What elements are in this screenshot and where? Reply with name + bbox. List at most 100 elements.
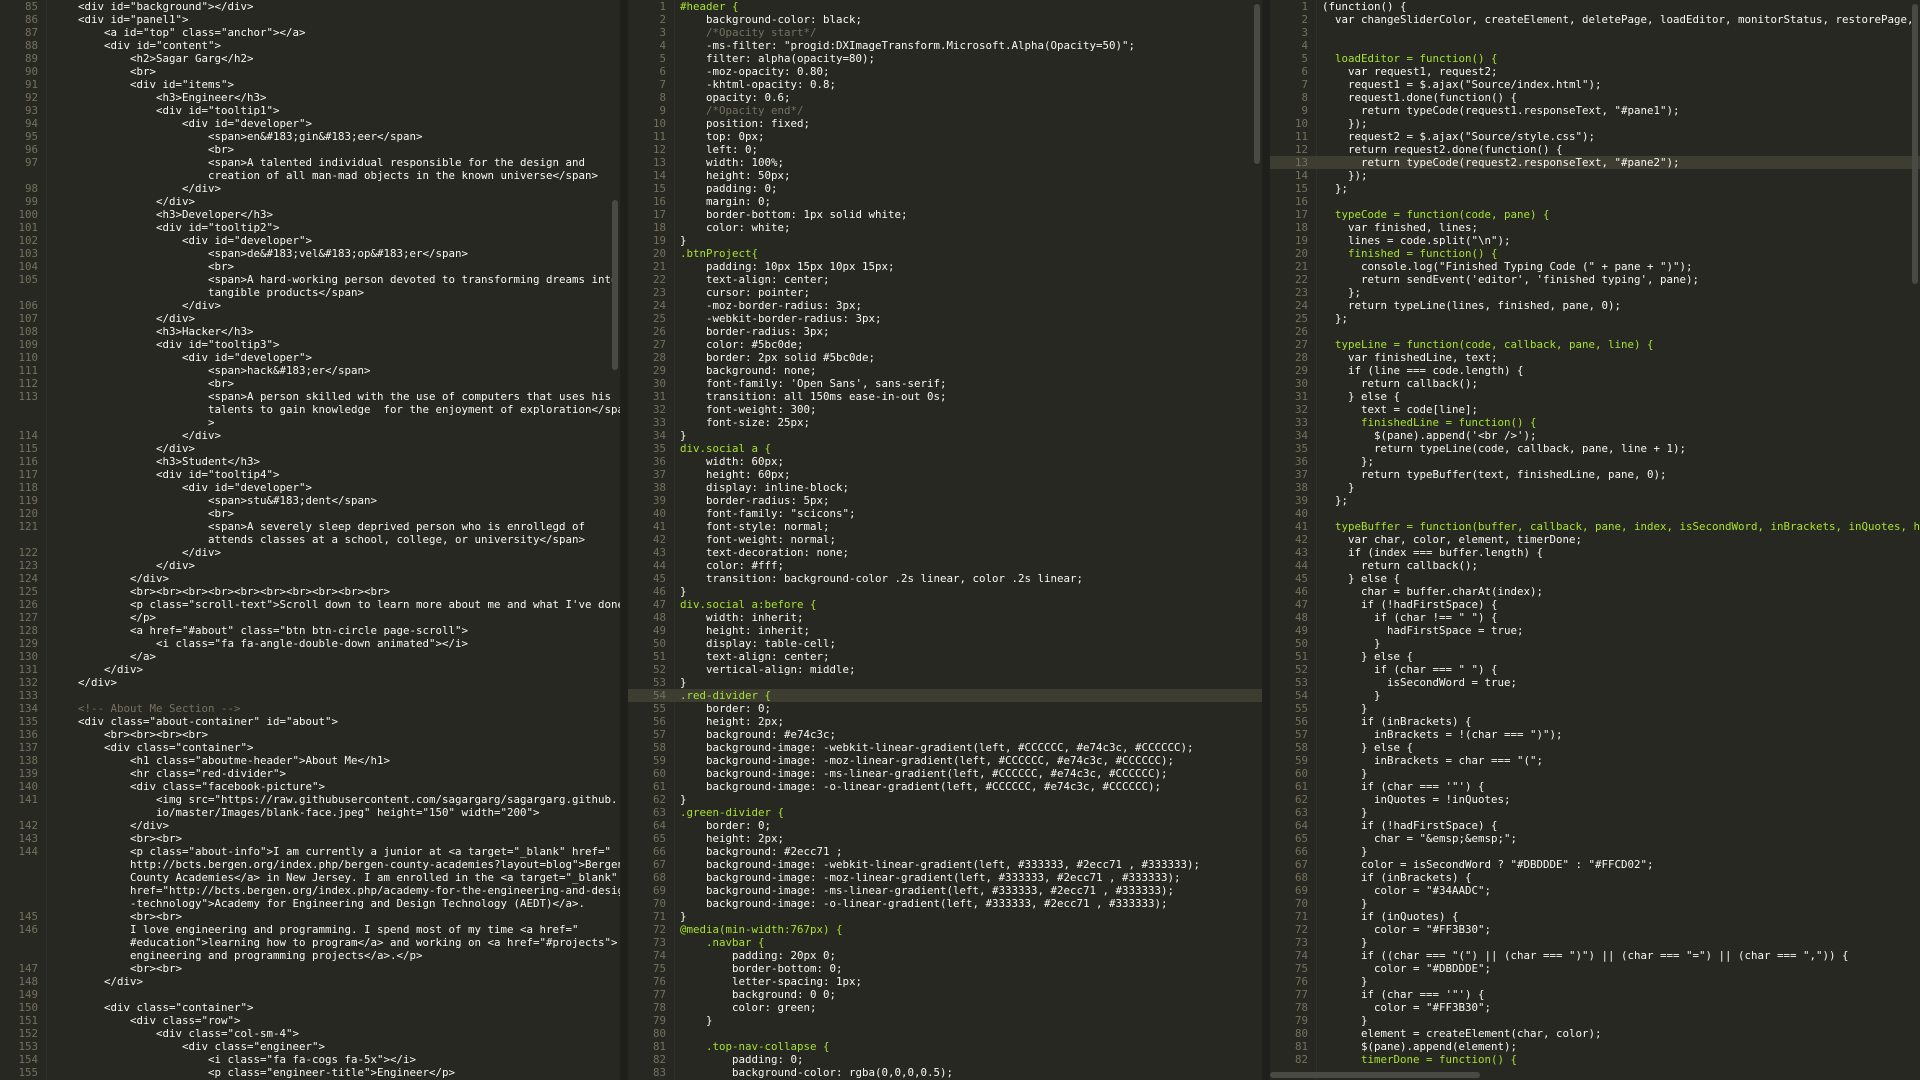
code-text[interactable]: return typeLine(code, callback, pane, li…: [1322, 442, 1920, 455]
code-line[interactable]: 32 font-weight: 300;: [628, 403, 1262, 416]
code-text[interactable]: display: inline-block;: [680, 481, 1262, 494]
code-text[interactable]: background: #e74c3c;: [680, 728, 1262, 741]
code-text[interactable]: typeCode = function(code, pane) {: [1322, 208, 1920, 221]
code-line[interactable]: 29 background: none;: [628, 364, 1262, 377]
code-text[interactable]: <i class="fa fa-angle-double-down animat…: [52, 637, 620, 650]
code-line[interactable]: 35 return typeLine(code, callback, pane,…: [1270, 442, 1920, 455]
code-line[interactable]: 89 <h2>Sagar Garg</h2>: [0, 52, 620, 65]
code-text[interactable]: </p>: [52, 611, 620, 624]
code-line[interactable]: 18 var finished, lines;: [1270, 221, 1920, 234]
code-line[interactable]: 67 background-image: -webkit-linear-grad…: [628, 858, 1262, 871]
code-line[interactable]: 155 <p class="engineer-title">Engineer</…: [0, 1066, 620, 1079]
code-line[interactable]: 44 color: #fff;: [628, 559, 1262, 572]
code-line[interactable]: 7 request1 = $.ajax("Source/index.html")…: [1270, 78, 1920, 91]
code-text[interactable]: finished = function() {: [1322, 247, 1920, 260]
code-line[interactable]: 60 }: [1270, 767, 1920, 780]
code-line[interactable]: 151 <div class="row">: [0, 1014, 620, 1027]
code-text[interactable]: background-image: -o-linear-gradient(lef…: [680, 897, 1262, 910]
code-text[interactable]: return request2.done(function() {: [1322, 143, 1920, 156]
code-text[interactable]: text = code[line];: [1322, 403, 1920, 416]
code-text[interactable]: color = "#34AADC";: [1322, 884, 1920, 897]
code-line[interactable]: 47 div.social a:before {: [628, 598, 1262, 611]
code-text[interactable]: color = isSecondWord ? "#DBDDDE" : "#FFC…: [1322, 858, 1920, 871]
code-text[interactable]: text-align: center;: [680, 273, 1262, 286]
code-line[interactable]: 45 } else {: [1270, 572, 1920, 585]
code-text[interactable]: element = createElement(char, color);: [1322, 1027, 1920, 1040]
code-line[interactable]: 121 <span>A severely sleep deprived pers…: [0, 520, 620, 533]
code-line[interactable]: 128 <a href="#about" class="btn btn-circ…: [0, 624, 620, 637]
code-text[interactable]: talents to gain knowledge for the enjoym…: [52, 403, 620, 416]
code-line[interactable]: 20 finished = function() {: [1270, 247, 1920, 260]
code-text[interactable]: }: [680, 234, 1262, 247]
code-text[interactable]: </div>: [52, 559, 620, 572]
code-line[interactable]: 33 finishedLine = function() {: [1270, 416, 1920, 429]
code-line[interactable]: 51 } else {: [1270, 650, 1920, 663]
code-line[interactable]: 38 display: inline-block;: [628, 481, 1262, 494]
code-line[interactable]: 50 }: [1270, 637, 1920, 650]
code-lines[interactable]: 85 <div id="background"></div> 86 <div id…: [0, 0, 620, 1080]
code-text[interactable]: color = "#DBDDDE";: [1322, 962, 1920, 975]
code-line[interactable]: 76 }: [1270, 975, 1920, 988]
code-text[interactable]: return callback();: [1322, 559, 1920, 572]
code-line[interactable]: 123 </div>: [0, 559, 620, 572]
code-line[interactable]: 132 </div>: [0, 676, 620, 689]
code-text[interactable]: <p class="engineer-title">Engineer</p>: [52, 1066, 620, 1079]
code-text[interactable]: -technology">Academy for Engineering and…: [52, 897, 620, 910]
code-text[interactable]: color: #5bc0de;: [680, 338, 1262, 351]
code-line[interactable]: 35 div.social a {: [628, 442, 1262, 455]
code-text[interactable]: <div id="tooltip2">: [52, 221, 620, 234]
code-text[interactable]: <h2>Sagar Garg</h2>: [52, 52, 620, 65]
code-text[interactable]: <br>: [52, 507, 620, 520]
code-line[interactable]: attends classes at a school, college, or…: [0, 533, 620, 546]
code-text[interactable]: width: 60px;: [680, 455, 1262, 468]
code-line[interactable]: 108 <h3>Hacker</h3>: [0, 325, 620, 338]
code-text[interactable]: <hr class="red-divider">: [52, 767, 620, 780]
code-line[interactable]: engineering and programming projects</a>…: [0, 949, 620, 962]
code-line[interactable]: 70 background-image: -o-linear-gradient(…: [628, 897, 1262, 910]
code-line[interactable]: #education">learning how to program</a> …: [0, 936, 620, 949]
code-text[interactable]: if (line === code.length) {: [1322, 364, 1920, 377]
code-line[interactable]: 65 char = "&emsp;&emsp;";: [1270, 832, 1920, 845]
code-line[interactable]: 8 request1.done(function() {: [1270, 91, 1920, 104]
code-text[interactable]: position: fixed;: [680, 117, 1262, 130]
code-line[interactable]: 69 background-image: -ms-linear-gradient…: [628, 884, 1262, 897]
code-text[interactable]: background-image: -webkit-linear-gradien…: [680, 741, 1262, 754]
code-line[interactable]: 64 if (!hadFirstSpace) {: [1270, 819, 1920, 832]
code-line[interactable]: 41 typeBuffer = function(buffer, callbac…: [1270, 520, 1920, 533]
code-text[interactable]: }: [1322, 702, 1920, 715]
code-line[interactable]: 13 width: 100%;: [628, 156, 1262, 169]
code-line[interactable]: 1 #header {: [628, 0, 1262, 13]
code-line[interactable]: 74 padding: 20px 0;: [628, 949, 1262, 962]
code-text[interactable]: <br>: [52, 377, 620, 390]
code-line[interactable]: 61 if (char === '"') {: [1270, 780, 1920, 793]
code-line[interactable]: 95 <span>en&#183;gin&#183;eer</span>: [0, 130, 620, 143]
code-text[interactable]: <h3>Engineer</h3>: [52, 91, 620, 104]
code-lines[interactable]: 1 #header {2 background-color: black; 3 /*…: [628, 0, 1262, 1080]
code-line[interactable]: 63 }: [1270, 806, 1920, 819]
code-line[interactable]: 79 }: [1270, 1014, 1920, 1027]
code-text[interactable]: (function() {: [1322, 0, 1920, 13]
code-line[interactable]: 60 background-image: -ms-linear-gradient…: [628, 767, 1262, 780]
code-line[interactable]: 11 request2 = $.ajax("Source/style.css")…: [1270, 130, 1920, 143]
code-text[interactable]: </div>: [52, 299, 620, 312]
code-line[interactable]: 4: [1270, 39, 1920, 52]
code-text[interactable]: <img src="https://raw.githubusercontent.…: [52, 793, 620, 806]
code-text[interactable]: if (index === buffer.length) {: [1322, 546, 1920, 559]
code-line[interactable]: 49 hadFirstSpace = true;: [1270, 624, 1920, 637]
code-text[interactable]: href="http://bcts.bergen.org/index.php/a…: [52, 884, 620, 897]
code-line[interactable]: 116 <h3>Student</h3>: [0, 455, 620, 468]
code-text[interactable]: if (char === " ") {: [1322, 663, 1920, 676]
code-text[interactable]: var finishedLine, text;: [1322, 351, 1920, 364]
code-text[interactable]: <!-- About Me Section -->: [52, 702, 620, 715]
code-line[interactable]: 46}: [628, 585, 1262, 598]
code-text[interactable]: request1.done(function() {: [1322, 91, 1920, 104]
code-text[interactable]: <span>A severely sleep deprived person w…: [52, 520, 620, 533]
code-line[interactable]: 71 if (inQuotes) {: [1270, 910, 1920, 923]
code-line[interactable]: 72 @media(min-width:767px) {: [628, 923, 1262, 936]
code-text[interactable]: color: green;: [680, 1001, 1262, 1014]
code-text[interactable]: </div>: [52, 312, 620, 325]
code-line[interactable]: 153 <div class="engineer">: [0, 1040, 620, 1053]
code-line[interactable]: 54 .red-divider {: [628, 689, 1262, 702]
code-line[interactable]: 18 color: white;: [628, 221, 1262, 234]
code-text[interactable]: color = "#FF3B30";: [1322, 923, 1920, 936]
